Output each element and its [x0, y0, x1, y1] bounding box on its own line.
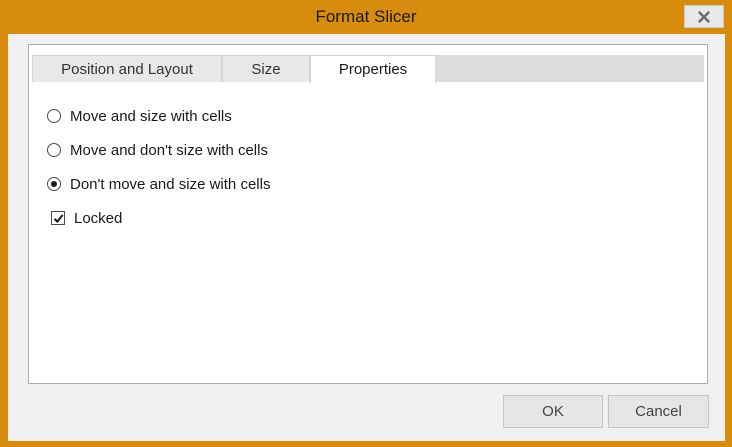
close-button[interactable] [684, 5, 724, 28]
radio-button[interactable] [47, 143, 61, 157]
tab-label: Properties [338, 61, 408, 78]
radio-label: Move and don't size with cells [70, 141, 268, 159]
radio-dont-move-and-size[interactable]: Don't move and size with cells [47, 174, 270, 194]
close-icon [698, 10, 710, 23]
ok-button-label: OK [542, 403, 564, 420]
radio-move-dont-size[interactable]: Move and don't size with cells [47, 140, 268, 160]
locked-label: Locked [74, 209, 123, 227]
format-slicer-dialog: Format Slicer Position and Layout Size P… [0, 0, 732, 447]
radio-move-and-size[interactable]: Move and size with cells [47, 106, 232, 126]
checkmark-icon [53, 213, 63, 223]
tab-strip: Position and Layout Size Properties [32, 55, 704, 83]
radio-button-selected[interactable] [47, 177, 61, 191]
tab-label: Size [251, 60, 281, 78]
ok-button[interactable]: OK [503, 395, 603, 428]
tab-label: Position and Layout [61, 60, 193, 78]
radio-label: Don't move and size with cells [70, 175, 271, 193]
title-bar[interactable]: Format Slicer [0, 0, 732, 34]
locked-checkbox[interactable] [51, 211, 65, 225]
tab-properties[interactable]: Properties [310, 55, 436, 83]
cancel-button-label: Cancel [635, 403, 682, 420]
dialog-title: Format Slicer [315, 7, 417, 26]
tab-size[interactable]: Size [222, 55, 310, 82]
locked-checkbox-row[interactable]: Locked [51, 208, 122, 228]
radio-selected-dot [51, 181, 57, 187]
cancel-button[interactable]: Cancel [608, 395, 709, 428]
radio-label: Move and size with cells [70, 107, 232, 125]
tab-position-and-layout[interactable]: Position and Layout [32, 55, 222, 82]
dialog-body: Position and Layout Size Properties Move… [8, 34, 725, 441]
radio-button[interactable] [47, 109, 61, 123]
tab-panel: Position and Layout Size Properties Move… [28, 44, 708, 384]
